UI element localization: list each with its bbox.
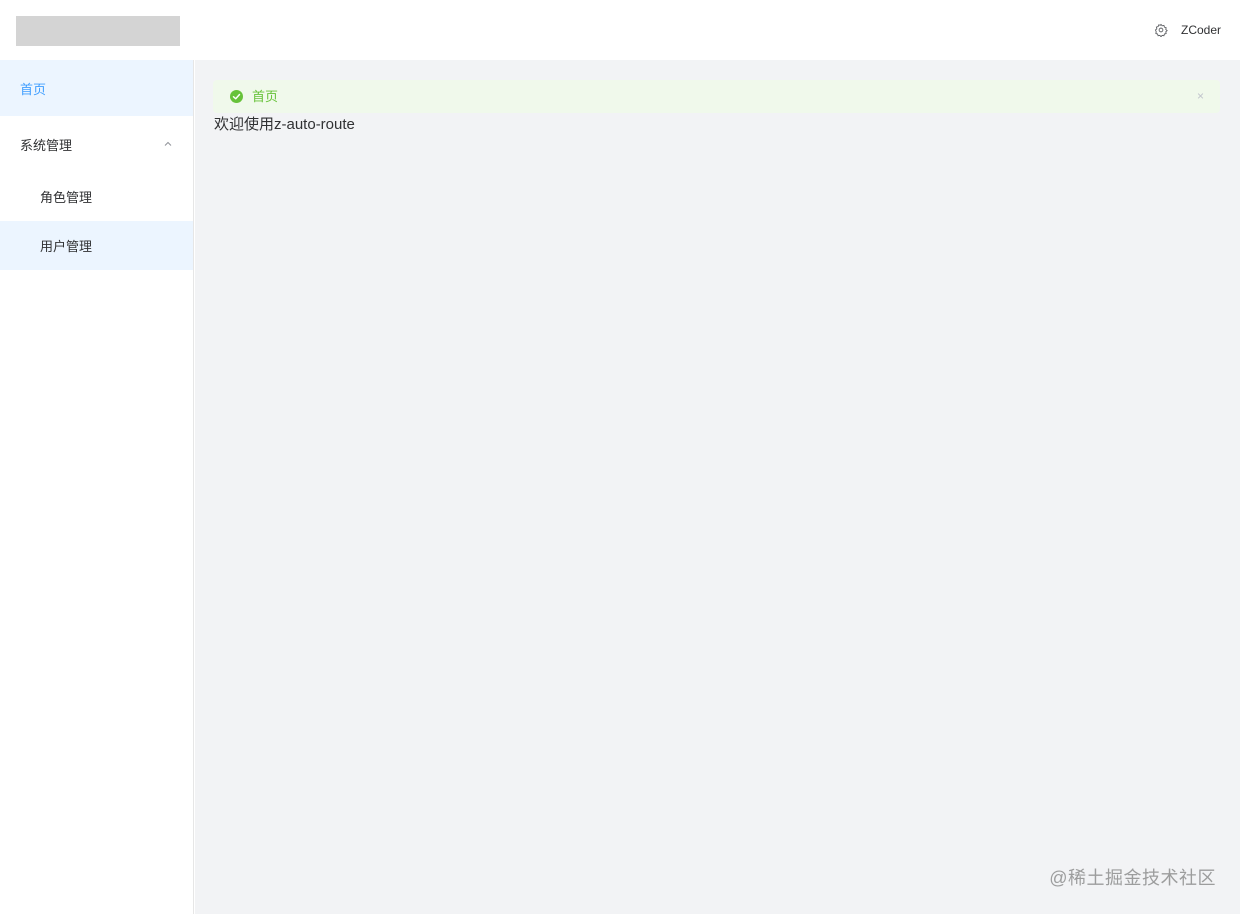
logo	[16, 16, 180, 46]
alert-title: 首页	[252, 88, 279, 104]
sidebar-menu: 首页 系统管理 角色管理 用户管理	[0, 60, 194, 914]
sidebar-item-user-management[interactable]: 用户管理	[0, 221, 193, 270]
sidebar-item-system-management[interactable]: 系统管理	[0, 116, 193, 172]
user-menu[interactable]: ZCoder	[1154, 20, 1221, 40]
close-icon[interactable]: ×	[1197, 88, 1204, 104]
sidebar-item-label: 系统管理	[20, 137, 73, 153]
success-alert: 首页 ×	[213, 80, 1220, 113]
gear-icon[interactable]	[1154, 23, 1168, 37]
sidebar-item-role-management[interactable]: 角色管理	[0, 172, 193, 221]
sidebar-item-label: 用户管理	[40, 239, 93, 254]
welcome-text: 欢迎使用z-auto-route	[214, 116, 355, 133]
main-content: 首页 × 欢迎使用z-auto-route	[195, 60, 1240, 914]
sidebar-item-label: 首页	[20, 81, 47, 97]
app-root: ZCoder 首页 系统管理 角色管理 用户管理 首页 × 欢迎使用z-auto…	[0, 0, 1240, 914]
top-header: ZCoder	[0, 0, 1240, 60]
chevron-up-icon	[163, 139, 173, 149]
sidebar-item-label: 角色管理	[40, 190, 93, 205]
username[interactable]: ZCoder	[1181, 20, 1221, 40]
check-circle-icon	[230, 90, 243, 103]
sidebar-item-home[interactable]: 首页	[0, 60, 193, 116]
watermark: @稀土掘金技术社区	[1049, 868, 1216, 888]
